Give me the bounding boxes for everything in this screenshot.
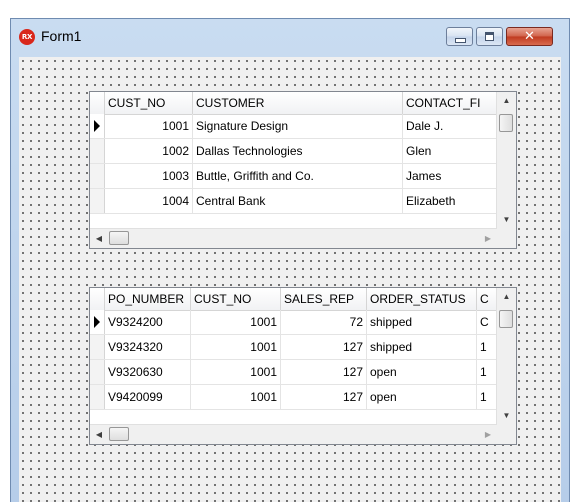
table-row[interactable]: 1001 Signature Design Dale J. — [90, 114, 503, 139]
horizontal-scroll-thumb[interactable] — [109, 231, 129, 245]
maximize-button[interactable] — [476, 27, 503, 46]
vertical-scrollbar[interactable]: ▲ ▼ — [496, 288, 516, 425]
cell-po-number[interactable]: V9420099 — [105, 385, 191, 409]
cell-cust-no[interactable]: 1001 — [191, 335, 281, 359]
scroll-left-arrow-icon[interactable]: ◀ — [90, 229, 108, 248]
cell-po-number[interactable]: V9324200 — [105, 310, 191, 334]
cell-sales-rep[interactable]: 127 — [281, 385, 367, 409]
cell-order-status[interactable]: shipped — [367, 310, 477, 334]
column-header-po-number[interactable]: PO_NUMBER — [105, 288, 191, 310]
close-icon: ✕ — [524, 29, 535, 44]
row-indicator — [90, 114, 105, 138]
column-header-contact-first[interactable]: CONTACT_FI — [403, 92, 497, 114]
horizontal-scrollbar[interactable]: ◀ ▶ — [90, 228, 497, 248]
cell-contact-first[interactable]: Elizabeth — [403, 189, 503, 213]
scroll-up-arrow-icon[interactable]: ▲ — [497, 92, 516, 110]
cell-customer[interactable]: Buttle, Griffith and Co. — [193, 164, 403, 188]
cell-cust-no[interactable]: 1001 — [191, 310, 281, 334]
maximize-icon — [485, 32, 494, 41]
vertical-scroll-thumb[interactable] — [499, 114, 513, 132]
minimize-icon — [455, 38, 466, 43]
header-indicator-cell — [90, 288, 105, 310]
scrollbar-corner — [497, 425, 516, 444]
cell-cust-no[interactable]: 1004 — [105, 189, 193, 213]
cell-customer[interactable]: Dallas Technologies — [193, 139, 403, 163]
cell-contact-first[interactable]: Dale J. — [403, 114, 503, 138]
scroll-right-arrow-icon[interactable]: ▶ — [479, 425, 497, 444]
close-button[interactable]: ✕ — [506, 27, 553, 46]
app-icon: RX — [19, 29, 35, 45]
cell-po-number[interactable]: V9320630 — [105, 360, 191, 384]
grid-rows: V9324200 1001 72 shipped C V9324320 1001… — [90, 310, 507, 410]
cell-cust-no[interactable]: 1003 — [105, 164, 193, 188]
grid-header: PO_NUMBER CUST_NO SALES_REP ORDER_STATUS… — [90, 288, 497, 311]
vertical-scrollbar[interactable]: ▲ ▼ — [496, 92, 516, 229]
cell-customer[interactable]: Central Bank — [193, 189, 403, 213]
row-indicator — [90, 139, 105, 163]
cell-cust-no[interactable]: 1001 — [191, 385, 281, 409]
window-title: Form1 — [41, 28, 82, 44]
cell-cust-no[interactable]: 1001 — [105, 114, 193, 138]
table-row[interactable]: 1003 Buttle, Griffith and Co. James — [90, 164, 503, 189]
current-row-arrow-icon — [94, 120, 100, 132]
grid-header: CUST_NO CUSTOMER CONTACT_FI — [90, 92, 497, 115]
row-indicator — [90, 164, 105, 188]
cell-sales-rep[interactable]: 127 — [281, 335, 367, 359]
row-indicator — [90, 189, 105, 213]
table-row[interactable]: 1004 Central Bank Elizabeth — [90, 189, 503, 214]
cell-cust-no[interactable]: 1001 — [191, 360, 281, 384]
row-indicator — [90, 310, 105, 334]
cell-order-status[interactable]: shipped — [367, 335, 477, 359]
cell-sales-rep[interactable]: 127 — [281, 360, 367, 384]
column-header-customer[interactable]: CUSTOMER — [193, 92, 403, 114]
scrollbar-corner — [497, 229, 516, 248]
vertical-scroll-thumb[interactable] — [499, 310, 513, 328]
scroll-down-arrow-icon[interactable]: ▼ — [497, 211, 516, 229]
cell-po-number[interactable]: V9324320 — [105, 335, 191, 359]
row-indicator — [90, 385, 105, 409]
cell-contact-first[interactable]: Glen — [403, 139, 503, 163]
header-indicator-cell — [90, 92, 105, 114]
orders-grid[interactable]: PO_NUMBER CUST_NO SALES_REP ORDER_STATUS… — [89, 287, 517, 445]
cell-contact-first[interactable]: James — [403, 164, 503, 188]
row-indicator — [90, 335, 105, 359]
cell-order-status[interactable]: open — [367, 385, 477, 409]
minimize-button[interactable] — [446, 27, 473, 46]
form-window: RX Form1 ✕ CUST_NO CUSTOMER CONTACT_FI 1… — [10, 18, 570, 502]
scroll-up-arrow-icon[interactable]: ▲ — [497, 288, 516, 306]
cell-order-status[interactable]: open — [367, 360, 477, 384]
column-header-cust-no[interactable]: CUST_NO — [105, 92, 193, 114]
horizontal-scroll-thumb[interactable] — [109, 427, 129, 441]
table-row[interactable]: 1002 Dallas Technologies Glen — [90, 139, 503, 164]
cell-customer[interactable]: Signature Design — [193, 114, 403, 138]
table-row[interactable]: V9320630 1001 127 open 1 — [90, 360, 507, 385]
table-row[interactable]: V9324200 1001 72 shipped C — [90, 310, 507, 335]
customer-grid[interactable]: CUST_NO CUSTOMER CONTACT_FI 1001 Signatu… — [89, 91, 517, 249]
title-bar[interactable]: RX Form1 ✕ — [11, 19, 569, 57]
column-header-sales-rep[interactable]: SALES_REP — [281, 288, 367, 310]
scroll-down-arrow-icon[interactable]: ▼ — [497, 407, 516, 425]
current-row-arrow-icon — [94, 316, 100, 328]
column-header-cust-no[interactable]: CUST_NO — [191, 288, 281, 310]
table-row[interactable]: V9324320 1001 127 shipped 1 — [90, 335, 507, 360]
scroll-right-arrow-icon[interactable]: ▶ — [479, 229, 497, 248]
grid-rows: 1001 Signature Design Dale J. 1002 Dalla… — [90, 114, 503, 214]
column-header-order-status[interactable]: ORDER_STATUS — [367, 288, 477, 310]
cell-cust-no[interactable]: 1002 — [105, 139, 193, 163]
column-header-truncated[interactable]: C — [477, 288, 497, 310]
form-client-area: CUST_NO CUSTOMER CONTACT_FI 1001 Signatu… — [19, 57, 561, 502]
cell-sales-rep[interactable]: 72 — [281, 310, 367, 334]
scroll-left-arrow-icon[interactable]: ◀ — [90, 425, 108, 444]
table-row[interactable]: V9420099 1001 127 open 1 — [90, 385, 507, 410]
horizontal-scrollbar[interactable]: ◀ ▶ — [90, 424, 497, 444]
row-indicator — [90, 360, 105, 384]
